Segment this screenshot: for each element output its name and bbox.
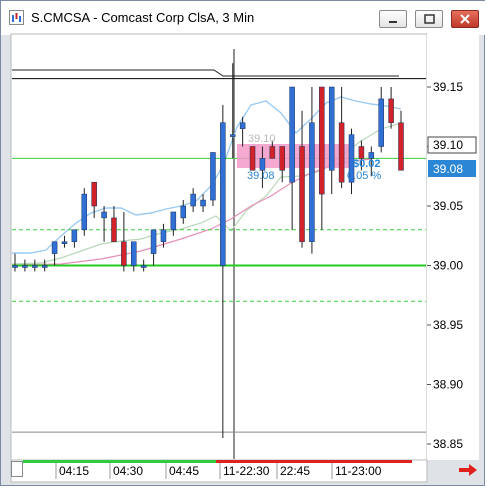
candle-body[interactable] [12,265,18,268]
candle-body[interactable] [22,265,28,268]
time-tick-label: 04:15 [59,464,89,478]
candle-body[interactable] [269,146,276,159]
candle-body[interactable] [131,241,137,266]
candle-body[interactable] [239,122,246,129]
candle-body[interactable] [358,146,365,159]
candle-body[interactable] [71,229,78,242]
time-tick-label: 11-22:30 [223,464,270,478]
candle-body[interactable] [338,122,345,183]
candle-body[interactable] [210,152,216,201]
candle-body[interactable] [398,122,404,171]
candle-body[interactable] [289,86,295,183]
candle-body[interactable] [150,229,157,254]
overlay-price-left: 39.08 [247,170,275,182]
candle-body[interactable] [328,86,335,171]
price-tick-label: 39.05 [433,199,463,213]
candle-body[interactable] [61,241,68,244]
candle-body[interactable] [140,265,147,268]
candle-body[interactable] [229,134,236,137]
overlay-change-value: $0.02 [353,158,381,170]
candle-body[interactable] [309,122,315,242]
candle-body[interactable] [51,241,58,254]
candle-body[interactable] [220,122,226,266]
candle-body[interactable] [32,265,38,268]
candle-body[interactable] [180,205,187,219]
price-chart[interactable]: 39.10 39.08 $0.020.05 % 39.15 39.05 39.00 38.9… [1,1,486,487]
price-marker-label: 39.10 [433,138,463,152]
candle-body[interactable] [279,146,285,171]
price-tick-label: 38.90 [433,378,463,392]
time-tick-label: 22:45 [280,464,310,478]
overlay-price-top: 39.10 [248,133,276,145]
candle-body[interactable] [200,199,206,207]
candle-body[interactable] [91,181,97,207]
price-tick-label: 38.85 [433,437,463,451]
candle-body[interactable] [299,146,305,242]
candle-body[interactable] [81,193,88,231]
candle-body[interactable] [101,211,107,219]
candle-body[interactable] [170,211,177,231]
plot-area[interactable] [10,33,428,461]
candle-body[interactable] [259,158,266,171]
price-tick-label: 39.15 [433,80,463,94]
candle-body[interactable] [190,193,196,207]
last-price-label: 39.08 [433,162,463,176]
candle-body[interactable] [378,98,384,147]
price-tick-label: 39.00 [433,259,463,273]
candle-body[interactable] [388,98,394,123]
session-bar-regular [216,460,412,463]
scroll-right-arrow-icon[interactable] [457,461,479,479]
time-tick-label: 04:30 [113,464,143,478]
scroll-left-button[interactable] [11,461,23,477]
candle-body[interactable] [249,146,256,171]
candle-body[interactable] [111,217,117,242]
time-tick-label: 11-23:00 [335,464,382,478]
candle-body[interactable] [160,229,167,242]
candle-body[interactable] [41,265,48,268]
candle-body[interactable] [121,241,127,266]
overlay-change-pct: 0.05 % [347,170,381,182]
time-tick-label: 04:45 [169,464,199,478]
session-bar-pre [23,460,216,463]
chart-window: S.CMCSA - Comcast Corp ClsA, 3 Min 39.10… [0,0,486,487]
price-axis-area [427,34,479,460]
candle-body[interactable] [319,86,325,195]
price-tick-label: 38.95 [433,318,463,332]
